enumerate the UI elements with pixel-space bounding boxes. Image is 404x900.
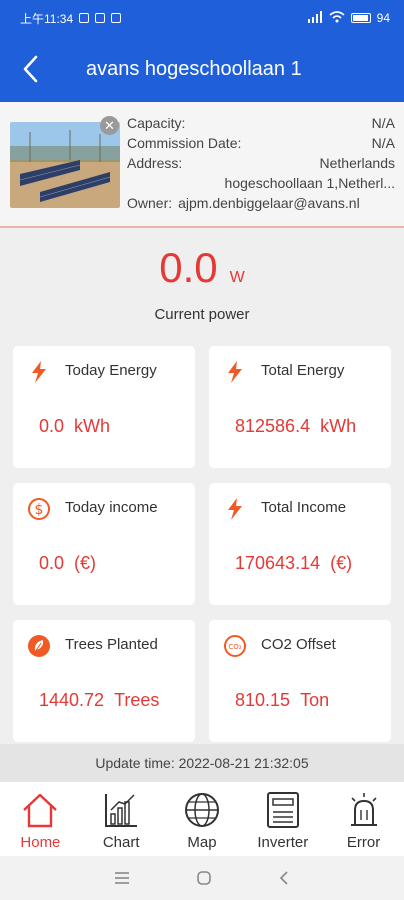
address-line: hogeschoollaan 1,Netherl... bbox=[224, 175, 395, 191]
card-label: Total Income bbox=[261, 499, 347, 516]
capacity-value: N/A bbox=[371, 115, 395, 131]
close-icon[interactable]: ✕ bbox=[100, 116, 119, 135]
globe-icon bbox=[184, 793, 219, 827]
tab-inverter[interactable]: Inverter bbox=[242, 782, 323, 856]
leaf-icon bbox=[28, 635, 50, 657]
card-label: Trees Planted bbox=[65, 636, 158, 653]
back-nav-icon[interactable] bbox=[279, 871, 289, 885]
lightning-icon bbox=[228, 498, 242, 520]
card-value: 0.0 kWh bbox=[39, 416, 111, 436]
owner-value: ajpm.denbiggelaar@avans.nl bbox=[178, 195, 360, 211]
lightning-icon bbox=[32, 361, 46, 383]
notification-icon bbox=[95, 13, 106, 23]
card-value: 170643.14 (€) bbox=[235, 553, 353, 573]
plant-details: Capacity: N/A Commission Date: N/A Addre… bbox=[127, 113, 395, 213]
card-today-income[interactable]: $ Today income 0.0 (€) bbox=[13, 483, 195, 605]
home-icon bbox=[23, 793, 58, 828]
app-header: avans hogeschoollaan 1 bbox=[0, 36, 404, 102]
tab-home[interactable]: Home bbox=[0, 782, 81, 856]
menu-icon[interactable] bbox=[115, 872, 129, 884]
current-power-label: Current power bbox=[154, 306, 250, 323]
card-value: 0.0 (€) bbox=[39, 553, 97, 573]
card-label: Today income bbox=[65, 499, 158, 516]
address-label: Address: bbox=[127, 155, 183, 171]
page-title: avans hogeschoollaan 1 bbox=[86, 57, 302, 80]
owner-label: Owner: bbox=[127, 195, 173, 211]
card-trees-planted[interactable]: Trees Planted 1440.72 Trees bbox=[13, 620, 195, 742]
chart-icon bbox=[105, 794, 138, 827]
lightning-icon bbox=[228, 361, 242, 383]
current-power: 0.0 W bbox=[0, 244, 404, 292]
card-value: 1440.72 Trees bbox=[39, 690, 160, 710]
bottom-tab-bar: Home Chart Map Inverter Error bbox=[0, 782, 404, 856]
battery-icon bbox=[350, 13, 371, 23]
svg-text:CO₂: CO₂ bbox=[228, 643, 241, 651]
commission-date-label: Commission Date: bbox=[127, 135, 242, 151]
card-co2-offset[interactable]: CO₂ CO2 Offset 810.15 Ton bbox=[209, 620, 391, 742]
notification-icon bbox=[111, 13, 122, 23]
chevron-left-icon bbox=[23, 55, 38, 83]
status-time: 上午11:34 bbox=[20, 11, 74, 26]
notification-icon bbox=[79, 13, 90, 23]
battery-level: 94 bbox=[376, 11, 390, 25]
system-nav-bar bbox=[0, 856, 404, 900]
tab-map[interactable]: Map bbox=[162, 782, 243, 856]
card-value: 812586.4 kWh bbox=[235, 416, 357, 436]
commission-date-value: N/A bbox=[371, 135, 395, 151]
signal-icon bbox=[307, 10, 323, 26]
home-nav-icon[interactable] bbox=[197, 871, 211, 885]
card-total-energy[interactable]: Total Energy 812586.4 kWh bbox=[209, 346, 391, 468]
card-today-energy[interactable]: Today Energy 0.0 kWh bbox=[13, 346, 195, 468]
card-value: 810.15 Ton bbox=[235, 690, 330, 710]
wifi-icon bbox=[329, 10, 345, 26]
update-time: Update time: 2022-08-21 21:32:05 bbox=[0, 744, 404, 782]
status-bar: 上午11:34 94 bbox=[0, 0, 404, 36]
alarm-icon bbox=[350, 793, 377, 826]
svg-text:$: $ bbox=[35, 502, 44, 518]
card-label: CO2 Offset bbox=[261, 636, 336, 653]
card-label: Today Energy bbox=[65, 362, 157, 379]
dollar-icon: $ bbox=[28, 498, 50, 520]
address-value: Netherlands bbox=[319, 155, 396, 171]
tab-error[interactable]: Error bbox=[323, 782, 404, 856]
co2-icon: CO₂ bbox=[224, 635, 246, 657]
plant-photo[interactable] bbox=[10, 122, 120, 208]
current-power-unit: W bbox=[229, 269, 245, 286]
tab-chart[interactable]: Chart bbox=[81, 782, 162, 856]
capacity-label: Capacity: bbox=[127, 115, 186, 131]
card-total-income[interactable]: Total Income 170643.14 (€) bbox=[209, 483, 391, 605]
inverter-icon bbox=[266, 792, 299, 828]
back-button[interactable] bbox=[0, 36, 60, 102]
card-label: Total Energy bbox=[261, 362, 345, 379]
current-power-value: 0.0 bbox=[159, 244, 218, 291]
